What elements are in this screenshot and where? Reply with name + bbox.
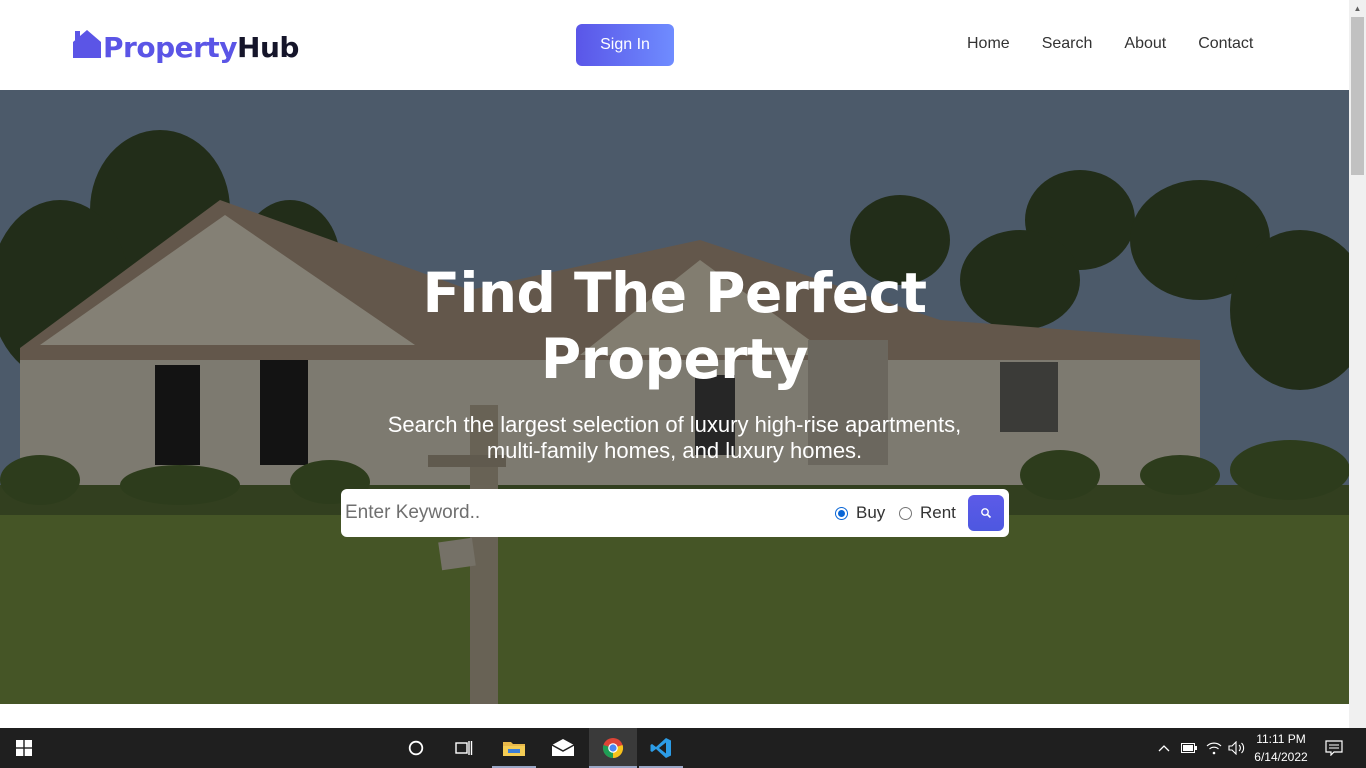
task-view-button[interactable] (440, 728, 488, 768)
clock[interactable]: 11:11 PM 6/14/2022 (1252, 730, 1310, 766)
radio-rent-label[interactable]: Rent (920, 503, 956, 523)
notifications-icon (1325, 740, 1343, 756)
hero-subtitle-line1: Search the largest selection of luxury h… (387, 412, 962, 437)
wifi-icon (1206, 742, 1222, 755)
radio-buy[interactable]: Buy (835, 503, 885, 523)
logo-text-property: Property (103, 31, 238, 64)
logo-text: PropertyHub (103, 30, 299, 66)
hero-title-line2: Property (540, 327, 809, 391)
search-button[interactable] (968, 495, 1004, 531)
logo-text-hub: Hub (237, 31, 299, 64)
battery-button[interactable] (1180, 728, 1198, 768)
nav-link-contact[interactable]: Contact (1198, 34, 1253, 54)
tray-overflow-button[interactable] (1156, 728, 1172, 768)
chevron-up-icon (1158, 745, 1170, 752)
mail-icon (551, 739, 575, 756)
nav-link-search[interactable]: Search (1042, 34, 1093, 54)
radio-buy-label[interactable]: Buy (856, 503, 885, 523)
windows-taskbar: 11:11 PM 6/14/2022 (0, 728, 1366, 768)
volume-button[interactable] (1228, 728, 1246, 768)
search-bar: Buy Rent (341, 489, 1009, 537)
radio-rent[interactable]: Rent (899, 503, 956, 523)
action-center-button[interactable] (1320, 728, 1348, 768)
scroll-thumb[interactable] (1351, 17, 1364, 175)
vertical-scrollbar[interactable]: ▲ (1349, 0, 1366, 728)
hero-title-line1: Find The Perfect (422, 261, 927, 325)
vscode-icon (650, 738, 671, 758)
sign-in-button[interactable]: Sign In (576, 24, 674, 66)
hero-subtitle-line2: multi-family homes, and luxury homes. (486, 438, 863, 463)
volume-icon (1228, 741, 1245, 755)
scroll-up-arrow-icon[interactable]: ▲ (1349, 0, 1366, 17)
house-icon (73, 30, 101, 58)
file-explorer-icon (503, 742, 525, 756)
clock-time: 11:11 PM (1256, 732, 1306, 746)
logo[interactable]: PropertyHub (72, 26, 299, 66)
chrome-icon (602, 738, 624, 759)
start-button[interactable] (0, 728, 48, 768)
task-view-icon (455, 741, 473, 755)
hero-overlay (0, 90, 1349, 704)
cortana-button[interactable] (392, 728, 440, 768)
browser-page: PropertyHub Sign In Home Search About Co… (0, 0, 1349, 728)
battery-icon (1181, 743, 1197, 753)
vscode-button[interactable] (639, 728, 683, 768)
navbar: PropertyHub Sign In Home Search About Co… (0, 0, 1349, 90)
search-icon (981, 508, 992, 519)
file-explorer-button[interactable] (492, 728, 536, 768)
chrome-button[interactable] (589, 728, 637, 768)
hero-section: Find The Perfect Property Search the lar… (0, 90, 1349, 704)
clock-date: 6/14/2022 (1254, 750, 1308, 764)
radio-buy-button[interactable] (835, 506, 848, 520)
nav-links: Home Search About Contact (967, 34, 1285, 54)
keyword-input[interactable] (345, 499, 815, 527)
hero-title: Find The Perfect Property (0, 260, 1349, 392)
cortana-icon (408, 740, 424, 756)
network-button[interactable] (1205, 728, 1223, 768)
windows-start-icon (16, 740, 32, 756)
mail-button[interactable] (541, 728, 585, 768)
nav-link-about[interactable]: About (1124, 34, 1166, 54)
hero-subtitle: Search the largest selection of luxury h… (0, 412, 1349, 464)
radio-rent-button[interactable] (899, 506, 912, 520)
nav-link-home[interactable]: Home (967, 34, 1010, 54)
